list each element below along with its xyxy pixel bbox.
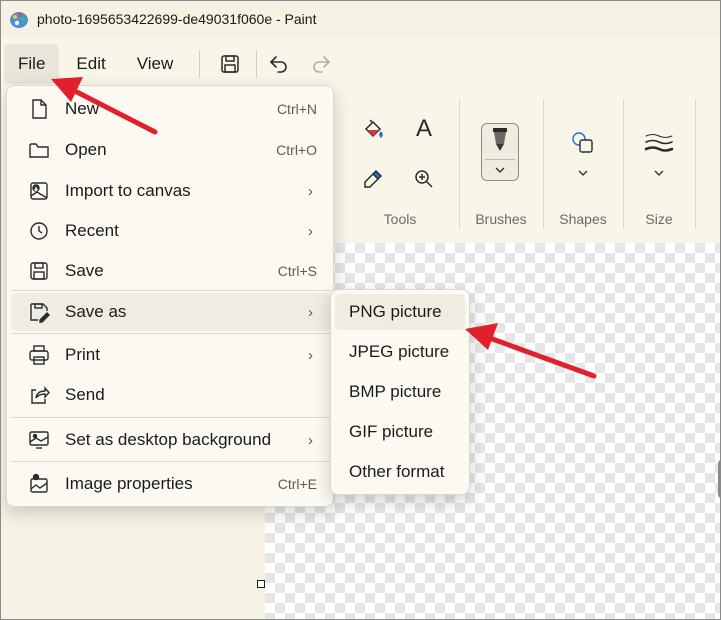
- line-size-icon: [644, 134, 674, 152]
- shortcut-text: Ctrl+E: [277, 476, 317, 492]
- tools-group-label: Tools: [383, 211, 417, 227]
- file-menu-label: New: [65, 99, 100, 118]
- chevron-down-icon[interactable]: [577, 169, 589, 177]
- brushes-group: Brushes: [459, 91, 543, 241]
- canvas-resize-handle[interactable]: [257, 580, 265, 588]
- size-group: Size: [623, 91, 695, 241]
- chevron-down-icon: [495, 167, 505, 173]
- file-menu-label: Print: [65, 345, 100, 364]
- undo-button[interactable]: [261, 46, 297, 82]
- menu-bar: File Edit View: [1, 41, 720, 87]
- save-icon: [30, 262, 48, 280]
- share-icon: [31, 386, 50, 404]
- chevron-right-icon: ›: [308, 222, 313, 240]
- paint-window: photo-1695653422699-de49031f060e - Paint…: [0, 0, 721, 620]
- color-picker-button[interactable]: [359, 165, 387, 193]
- brush-divider: [485, 159, 515, 160]
- brushes-group-label: Brushes: [475, 211, 527, 227]
- paint-palette-icon: [10, 12, 28, 28]
- title-bar: photo-1695653422699-de49031f060e - Paint: [1, 1, 720, 37]
- file-menu-open[interactable]: Open Ctrl+O: [11, 131, 331, 169]
- fill-tool-button[interactable]: [359, 115, 387, 143]
- magnifier-button[interactable]: [410, 165, 438, 193]
- save-as-png[interactable]: PNG picture: [335, 294, 465, 330]
- magnifier-icon: [415, 170, 433, 188]
- file-menu-label: Set as desktop background: [65, 430, 272, 449]
- desktop-background-icon: [29, 431, 49, 449]
- quick-save-button[interactable]: [212, 46, 248, 82]
- brush-icon: [493, 128, 507, 151]
- shapes-button[interactable]: [569, 129, 597, 157]
- file-menu-label: Save: [65, 261, 104, 280]
- import-icon: [30, 182, 48, 200]
- color-picker-icon: [364, 169, 383, 188]
- tools-group: A Tools: [341, 91, 459, 241]
- menu-divider: [11, 417, 331, 418]
- chevron-right-icon: ›: [308, 182, 313, 200]
- file-menu-save-as[interactable]: Save as ›: [11, 293, 331, 331]
- file-menu-set-desktop-background[interactable]: Set as desktop background ›: [11, 421, 331, 459]
- chevron-right-icon: ›: [308, 303, 313, 321]
- redo-icon: [313, 56, 331, 73]
- file-menu-image-properties[interactable]: Image properties Ctrl+E: [11, 465, 331, 503]
- size-button[interactable]: [643, 129, 675, 157]
- save-as-jpeg[interactable]: JPEG picture: [335, 334, 465, 370]
- shapes-group-label: Shapes: [559, 211, 607, 227]
- file-menu-label: Send: [65, 385, 105, 404]
- save-as-bmp[interactable]: BMP picture: [335, 374, 465, 410]
- shortcut-text: Ctrl+S: [277, 263, 317, 279]
- new-file-icon: [32, 99, 47, 119]
- shortcut-text: Ctrl+N: [276, 101, 317, 117]
- folder-icon: [29, 143, 49, 158]
- file-menu-send[interactable]: Send: [11, 376, 331, 414]
- chevron-right-icon: ›: [308, 431, 313, 449]
- file-menu-print[interactable]: Print ›: [11, 336, 331, 374]
- ribbon-divider: [695, 99, 696, 229]
- menu-divider: [11, 333, 331, 334]
- menubar-divider: [256, 50, 258, 78]
- chevron-down-icon[interactable]: [653, 169, 665, 177]
- fill-bucket-icon: [364, 119, 383, 139]
- shapes-icon: [572, 132, 593, 153]
- save-as-submenu: PNG picture JPEG picture BMP picture GIF…: [330, 289, 470, 495]
- menu-divider: [11, 290, 331, 291]
- file-menu: New Ctrl+N Open Ctrl+O Import to canvas …: [6, 85, 334, 507]
- size-group-label: Size: [645, 211, 673, 227]
- menubar-divider: [199, 50, 201, 78]
- save-as-other-format[interactable]: Other format: [335, 454, 465, 490]
- file-menu-label: Image properties: [65, 474, 193, 493]
- file-menu-label: Import to canvas: [65, 181, 191, 200]
- window-title: photo-1695653422699-de49031f060e - Paint: [37, 11, 317, 27]
- save-as-gif[interactable]: GIF picture: [335, 414, 465, 450]
- undo-icon: [270, 56, 287, 73]
- menu-view[interactable]: View: [123, 44, 188, 84]
- file-menu-save[interactable]: Save Ctrl+S: [11, 252, 331, 290]
- brushes-dropdown[interactable]: [481, 123, 519, 181]
- text-icon: A: [415, 115, 432, 142]
- menu-file[interactable]: File: [4, 44, 60, 84]
- clock-icon: [30, 222, 48, 240]
- menu-divider: [11, 461, 331, 462]
- image-properties-icon: [30, 473, 48, 493]
- shapes-group: Shapes: [543, 91, 623, 241]
- shortcut-text: Ctrl+O: [276, 142, 317, 158]
- file-menu-label: Save as: [65, 302, 127, 321]
- file-menu-label: Open: [65, 140, 107, 159]
- file-menu-label: Recent: [65, 221, 119, 240]
- file-menu-new[interactable]: New Ctrl+N: [11, 90, 331, 128]
- text-tool-button[interactable]: A: [410, 115, 438, 143]
- file-menu-recent[interactable]: Recent ›: [11, 212, 331, 250]
- chevron-right-icon: ›: [308, 346, 313, 364]
- printer-icon: [29, 345, 49, 365]
- redo-button[interactable]: [303, 46, 339, 82]
- file-menu-import-to-canvas[interactable]: Import to canvas ›: [11, 172, 331, 210]
- save-as-icon: [30, 303, 50, 323]
- menu-edit[interactable]: Edit: [62, 44, 119, 84]
- save-icon: [221, 55, 239, 73]
